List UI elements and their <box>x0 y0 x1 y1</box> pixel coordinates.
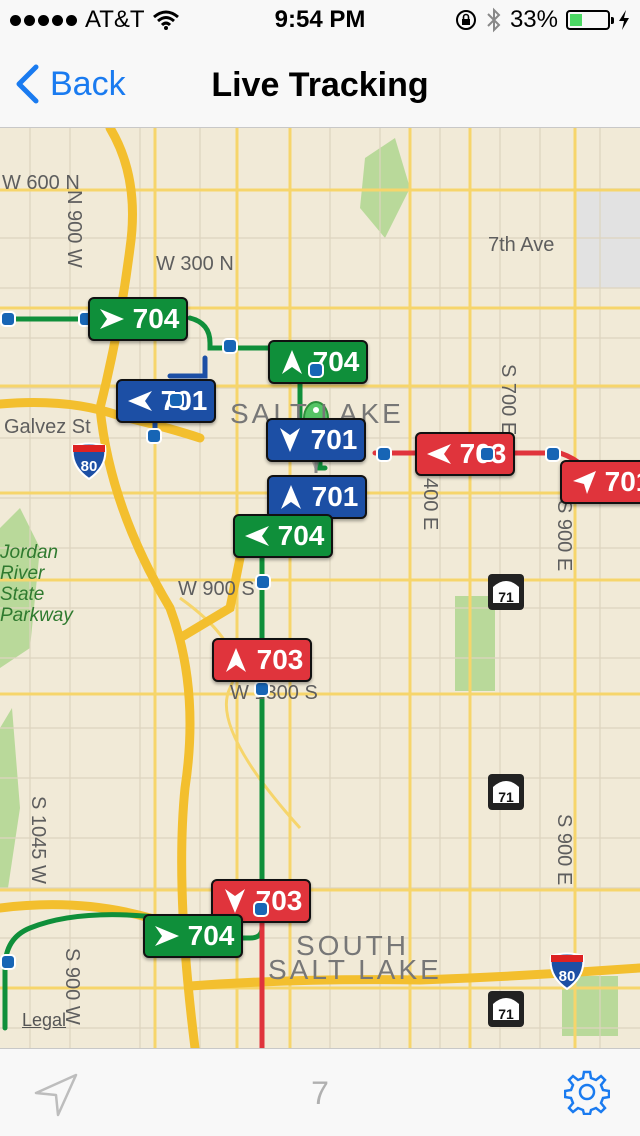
street-label: Galvez St <box>4 416 91 438</box>
state-route-71-shield-icon: 71 <box>488 574 524 610</box>
arrow-up-icon <box>281 350 302 374</box>
battery-percent: 33% <box>509 6 558 33</box>
city-label: SALT LAKE <box>268 954 442 985</box>
arrow-up-right-icon <box>572 471 596 494</box>
bus-marker-704[interactable]: 704 <box>88 297 188 341</box>
shield-number: 80 <box>81 458 98 475</box>
arrow-right-icon <box>99 309 124 329</box>
gear-icon[interactable] <box>564 1069 610 1115</box>
arrow-down-icon <box>224 889 245 913</box>
bus-marker-704[interactable]: 704 <box>233 514 333 558</box>
arrow-up-icon <box>280 485 301 509</box>
arrow-right-icon <box>154 926 179 946</box>
route-number: 703 <box>256 644 304 675</box>
map-base <box>0 128 640 1048</box>
arrow-left-icon <box>244 526 269 546</box>
stop-marker[interactable] <box>222 338 238 354</box>
bluetooth-icon <box>487 7 501 33</box>
street-label: S 900 E <box>553 814 575 886</box>
stop-marker[interactable] <box>255 574 271 590</box>
stop-marker[interactable] <box>479 446 495 462</box>
stop-marker[interactable] <box>545 446 561 462</box>
status-bar: AT&T 9:54 PM 33% <box>0 0 640 40</box>
park-label: Jordan River State Parkway <box>0 542 73 626</box>
route-number: 701 <box>604 466 640 497</box>
route-number: 701 <box>311 481 359 512</box>
bus-marker-704[interactable]: 704 <box>143 914 243 958</box>
shield-number: 71 <box>498 1006 514 1022</box>
stop-marker[interactable] <box>0 311 16 327</box>
route-number: 704 <box>187 920 235 951</box>
street-label: S 1045 W <box>27 796 49 884</box>
street-label: W 300 N <box>156 253 234 275</box>
street-label: S 900 E <box>553 500 575 572</box>
state-route-71-shield-icon: 71 <box>488 774 524 810</box>
street-label: S 700 E <box>497 364 519 436</box>
street-label: W 900 S <box>178 578 255 600</box>
battery-level <box>570 14 582 26</box>
bus-marker-701[interactable]: 701 <box>266 418 366 462</box>
street-label: N 900 W <box>63 190 85 268</box>
rotation-lock-icon <box>455 10 476 30</box>
app-screen: AT&T 9:54 PM 33% Back Live Tracking W 60… <box>0 0 640 1136</box>
page-title: Live Tracking <box>211 66 429 104</box>
state-route-71-shield-icon: 71 <box>488 991 524 1027</box>
stop-marker[interactable] <box>168 392 184 408</box>
shield-number: 71 <box>498 789 514 805</box>
street-label: 7th Ave <box>488 234 555 256</box>
street-label: 400 E <box>419 478 441 531</box>
interstate-80-shield-icon: 80 <box>549 952 585 990</box>
stop-marker[interactable] <box>253 901 269 917</box>
street-label: W 1300 S <box>230 682 318 704</box>
arrow-left-icon <box>127 391 152 411</box>
route-count: 7 <box>311 1075 329 1111</box>
legal-link[interactable]: Legal <box>22 1010 66 1031</box>
stop-marker[interactable] <box>146 428 162 444</box>
arrow-down-icon <box>279 428 300 452</box>
shield-number: 71 <box>498 589 514 605</box>
bus-marker-701[interactable]: 701 <box>116 379 216 423</box>
status-right: 33% <box>454 6 630 34</box>
bus-marker-703[interactable]: 703 <box>212 638 312 682</box>
stop-marker[interactable] <box>308 362 324 378</box>
map-view[interactable]: W 600 N N 900 W W 300 N 7th Ave S 700 E … <box>0 128 640 1048</box>
route-number: 704 <box>132 303 180 334</box>
bus-marker-701[interactable]: 701 <box>267 475 367 519</box>
arrow-left-icon <box>426 444 451 464</box>
route-number: 704 <box>277 520 325 551</box>
bus-marker-703[interactable]: 703 <box>415 432 515 476</box>
navigation-bar: Back Live Tracking <box>0 40 640 128</box>
bus-marker-701[interactable]: 701 <box>560 460 640 504</box>
stop-marker[interactable] <box>254 681 270 697</box>
arrow-up-icon <box>225 648 246 672</box>
shield-number: 80 <box>559 968 576 985</box>
stop-marker[interactable] <box>0 954 16 970</box>
charging-bolt-icon <box>619 10 629 30</box>
bottom-toolbar: 7 <box>0 1048 640 1136</box>
route-number: 701 <box>310 424 358 455</box>
stop-marker[interactable] <box>376 446 392 462</box>
battery-icon <box>566 10 614 30</box>
interstate-80-shield-icon: 80 <box>71 442 107 480</box>
